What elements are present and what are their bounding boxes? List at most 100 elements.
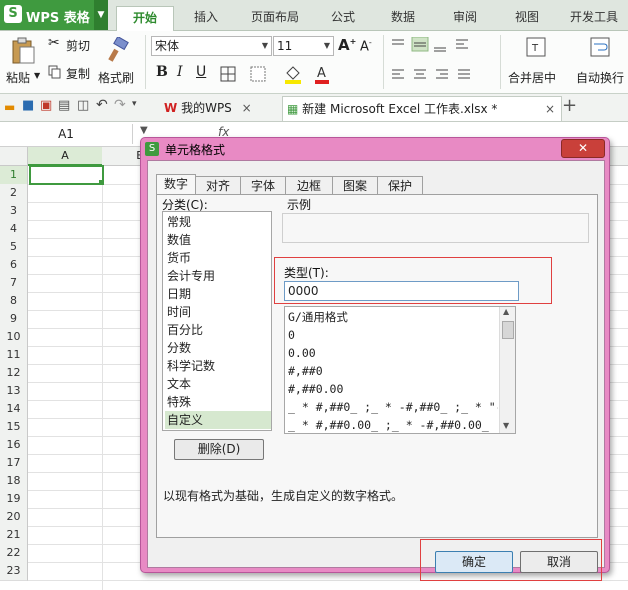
row-header[interactable]: 11	[0, 346, 28, 365]
tab-border[interactable]: 边框	[285, 176, 333, 195]
category-item[interactable]: 百分比	[165, 321, 271, 339]
app-menu-button[interactable]: S WPS 表格 ▼	[0, 0, 108, 30]
format-code-item[interactable]: _ * #,##0.00_ ;_ * -#,##0.00_ ;_ * "-"??…	[288, 416, 498, 434]
format-code-item[interactable]: _ * #,##0_ ;_ * -#,##0_ ;_ * "-"_ ;_ @_	[288, 398, 498, 416]
row-header[interactable]: 14	[0, 400, 28, 419]
tab-developer[interactable]: 开发工具	[562, 6, 626, 30]
copy-button[interactable]: 复制	[48, 63, 96, 83]
format-code-item[interactable]: 0	[288, 326, 498, 344]
row-header[interactable]: 12	[0, 364, 28, 383]
category-item[interactable]: 分数	[165, 339, 271, 357]
new-tab-icon[interactable]: +	[562, 95, 577, 116]
row-header[interactable]: 7	[0, 274, 28, 293]
row-header[interactable]: 6	[0, 256, 28, 275]
quick-access-dropdown-icon[interactable]: ▾	[132, 99, 137, 109]
row-header[interactable]: 16	[0, 436, 28, 455]
category-item[interactable]: 会计专用	[165, 267, 271, 285]
pdf-icon[interactable]: ▣	[40, 98, 52, 113]
close-icon[interactable]: ×	[545, 97, 555, 121]
font-name-select[interactable]: 宋体 ▼	[151, 36, 272, 56]
tab-pattern[interactable]: 图案	[332, 176, 378, 195]
grow-font-icon[interactable]: A+	[338, 36, 356, 54]
italic-button[interactable]: I	[177, 64, 183, 80]
font-size-select[interactable]: 11 ▼	[273, 36, 334, 56]
tab-review[interactable]: 审阅	[440, 6, 490, 30]
shrink-font-icon[interactable]: A-	[360, 38, 372, 54]
close-icon[interactable]: ×	[242, 101, 252, 115]
category-item[interactable]: 时间	[165, 303, 271, 321]
tab-alignment[interactable]: 对齐	[195, 176, 241, 195]
row-header[interactable]: 13	[0, 382, 28, 401]
category-item[interactable]: 数值	[165, 231, 271, 249]
row-header[interactable]: 1	[0, 166, 28, 185]
row-header[interactable]: 8	[0, 292, 28, 311]
bold-button[interactable]: B	[156, 64, 168, 80]
category-item[interactable]: 科学记数	[165, 357, 271, 375]
format-code-item[interactable]: 0.00	[288, 344, 498, 362]
cell-style-icon[interactable]	[250, 66, 266, 82]
merge-center-button[interactable]: T 合并居中	[506, 35, 564, 91]
row-header[interactable]: 20	[0, 508, 28, 527]
print-preview-icon[interactable]: ◫	[77, 98, 89, 113]
scroll-down-icon[interactable]: ▼	[503, 421, 509, 430]
tab-formulas[interactable]: 公式	[318, 6, 368, 30]
category-list[interactable]: 常规 数值 货币 会计专用 日期 时间 百分比 分数 科学记数 文本 特殊 自定义	[162, 211, 272, 431]
row-header[interactable]: 22	[0, 544, 28, 563]
row-header[interactable]: 21	[0, 526, 28, 545]
paste-button[interactable]: 粘贴 ▼	[6, 35, 42, 91]
font-color-icon[interactable]: A	[314, 64, 330, 84]
fill-handle[interactable]	[99, 180, 104, 185]
doc-tab-workbook[interactable]: ▦ 新建 Microsoft Excel 工作表.xlsx * ×	[282, 96, 562, 121]
borders-icon[interactable]	[220, 66, 236, 82]
row-header[interactable]: 18	[0, 472, 28, 491]
tab-insert[interactable]: 插入	[180, 6, 232, 30]
row-header[interactable]: 19	[0, 490, 28, 509]
category-item[interactable]: 文本	[165, 375, 271, 393]
doc-tab-my-wps[interactable]: W 我的WPS ×	[160, 96, 278, 120]
row-header[interactable]: 10	[0, 328, 28, 347]
row-header[interactable]: 9	[0, 310, 28, 329]
select-all-corner[interactable]	[0, 147, 28, 165]
undo-icon[interactable]: ↶	[96, 97, 108, 113]
underline-button[interactable]: U	[196, 64, 206, 80]
format-list-scrollbar[interactable]: ▲ ▼	[499, 307, 515, 433]
category-item[interactable]: 常规	[165, 213, 271, 231]
row-header[interactable]: 17	[0, 454, 28, 473]
format-code-list[interactable]: ▲ ▼ G/通用格式 0 0.00 #,##0 #,##0.00 _ * #,##0_ ;…	[284, 306, 516, 434]
paste-dropdown-icon[interactable]: ▼	[34, 71, 40, 80]
folder-icon[interactable]: ▬	[4, 100, 15, 114]
active-cell-a1[interactable]	[29, 165, 104, 185]
category-item[interactable]: 特殊	[165, 393, 271, 411]
fill-color-icon[interactable]	[284, 64, 302, 84]
row-header[interactable]: 3	[0, 202, 28, 221]
tab-protection[interactable]: 保护	[377, 176, 423, 195]
scrollbar-thumb[interactable]	[502, 321, 514, 339]
format-code-item[interactable]: G/通用格式	[288, 308, 498, 326]
name-box[interactable]: A1	[0, 124, 133, 144]
row-header[interactable]: 4	[0, 220, 28, 239]
scroll-up-icon[interactable]: ▲	[503, 307, 509, 316]
name-box-dropdown-icon[interactable]: ▼	[140, 125, 148, 136]
tab-view[interactable]: 视图	[502, 6, 552, 30]
format-code-item[interactable]: #,##0	[288, 362, 498, 380]
close-button[interactable]: ✕	[561, 139, 605, 158]
row-header[interactable]: 15	[0, 418, 28, 437]
category-item[interactable]: 货币	[165, 249, 271, 267]
category-item[interactable]: 自定义	[165, 411, 271, 429]
format-painter-button[interactable]: 格式刷	[98, 35, 138, 91]
category-item[interactable]: 日期	[165, 285, 271, 303]
delete-button[interactable]: 删除(D)	[174, 439, 264, 460]
tab-data[interactable]: 数据	[378, 6, 428, 30]
wrap-text-button[interactable]: 自动换行	[572, 35, 628, 91]
row-header[interactable]: 5	[0, 238, 28, 257]
tab-home[interactable]: 开始	[116, 6, 174, 31]
app-menu-dropdown-icon[interactable]: ▼	[94, 0, 108, 30]
save-icon[interactable]: ■	[22, 98, 34, 113]
column-header-a[interactable]: A	[28, 147, 102, 166]
tab-font[interactable]: 字体	[240, 176, 286, 195]
tab-page-layout[interactable]: 页面布局	[240, 6, 310, 30]
row-header[interactable]: 2	[0, 184, 28, 203]
tab-number[interactable]: 数字	[156, 174, 196, 196]
print-icon[interactable]: ▤	[58, 98, 70, 113]
cut-button[interactable]: ✂ 剪切	[48, 35, 96, 55]
